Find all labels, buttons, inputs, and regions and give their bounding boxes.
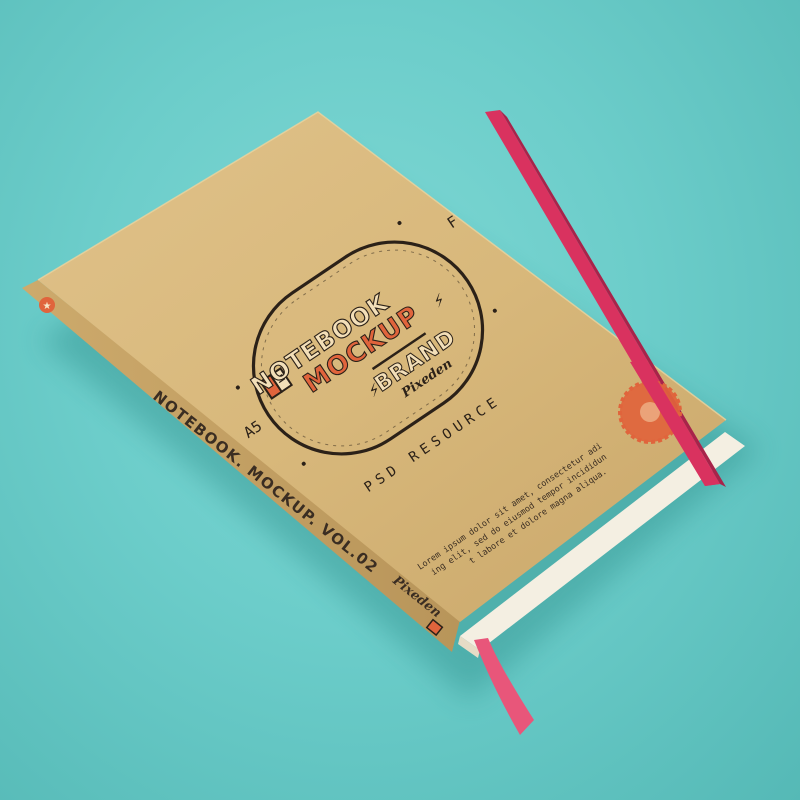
svg-text:★: ★ <box>43 301 52 312</box>
notebook-illustration: ★ NOTEBOOK. MOCKUP. VOL.02 Pixeden NOTEB… <box>22 110 760 735</box>
spine-star-badge: ★ <box>39 297 55 313</box>
notebook-mockup-scene: ★ NOTEBOOK. MOCKUP. VOL.02 Pixeden NOTEB… <box>0 0 800 800</box>
